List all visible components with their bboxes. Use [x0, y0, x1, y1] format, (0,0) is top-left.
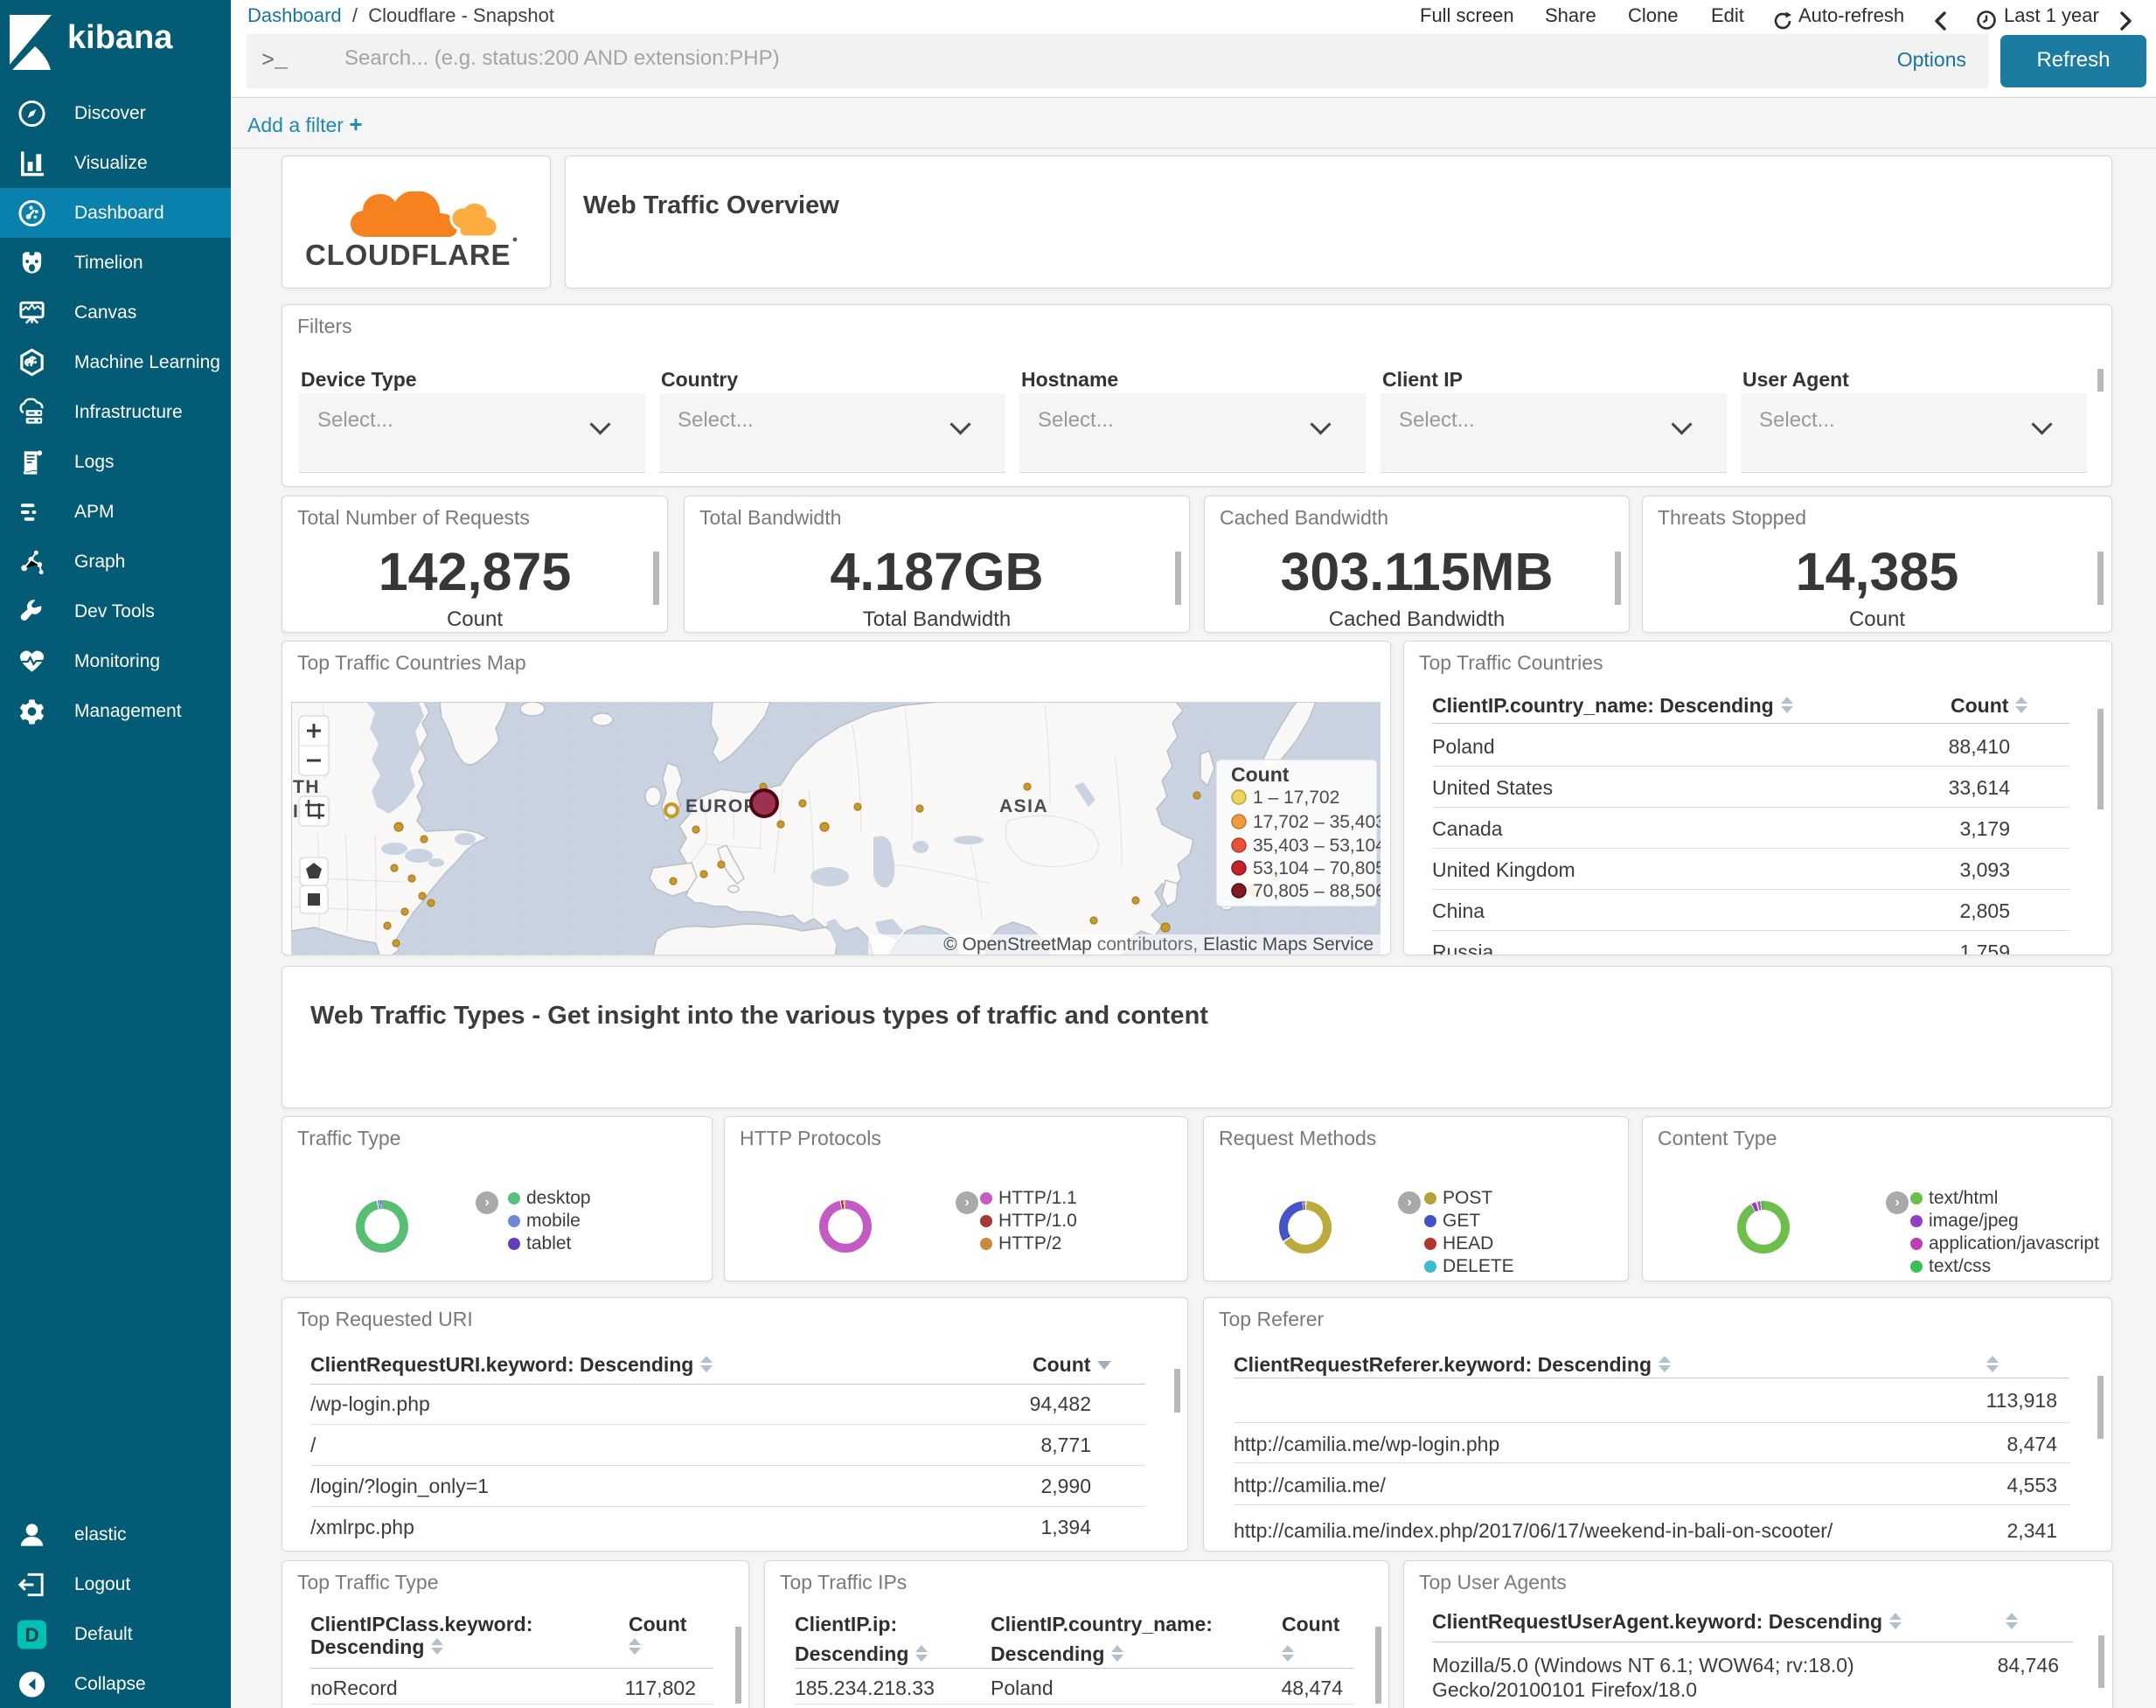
svg-text:D: D [24, 1623, 38, 1645]
svg-text:1 – 17,702: 1 – 17,702 [1253, 788, 1339, 808]
svg-text:53,104 – 70,805: 53,104 – 70,805 [1253, 858, 1381, 878]
svg-text:17,702 – 35,403: 17,702 – 35,403 [1253, 812, 1381, 832]
svg-text:Count: Count [1231, 763, 1290, 786]
svg-text:CLOUDFLARE: CLOUDFLARE [305, 239, 511, 271]
svg-text:70,805 – 88,506: 70,805 – 88,506 [1253, 881, 1381, 901]
svg-text:TH: TH [293, 777, 320, 797]
svg-text:© OpenStreetMap contributors,: © OpenStreetMap contributors, Elastic Ma… [943, 934, 1374, 955]
svg-text:35,403 – 53,104: 35,403 – 53,104 [1253, 836, 1381, 856]
svg-text:ASIA: ASIA [999, 796, 1048, 816]
